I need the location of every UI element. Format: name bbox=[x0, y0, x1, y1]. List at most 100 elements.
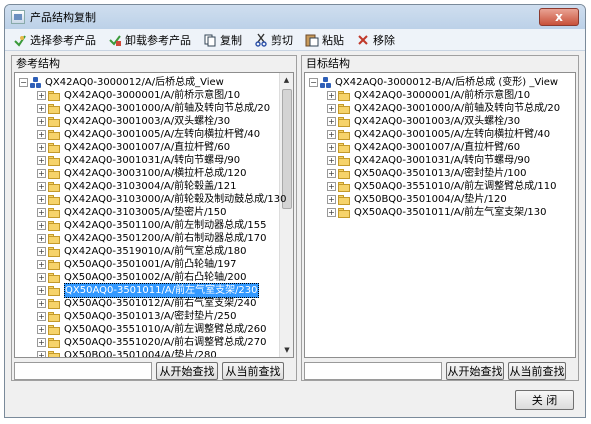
target-find-input[interactable] bbox=[304, 362, 442, 380]
reference-find-from-start-button[interactable]: 从开始查找 bbox=[156, 362, 218, 380]
tree-item[interactable]: + QX42AQ0-3501100/A/前左制动器总成/155 bbox=[37, 219, 267, 232]
tree-item[interactable]: + QX42AQ0-3000001/A/前桥示意图/10 bbox=[327, 89, 530, 102]
vertical-scrollbar[interactable]: ▲ ▼ bbox=[279, 73, 293, 357]
tree-item[interactable]: + QX42AQ0-3519010/A/前气室总成/180 bbox=[37, 245, 247, 258]
folder-icon bbox=[48, 168, 61, 179]
expand-icon[interactable]: + bbox=[37, 338, 46, 347]
expand-icon[interactable]: + bbox=[327, 117, 336, 126]
reference-find-row: 从开始查找 从当前查找 bbox=[14, 361, 288, 381]
tree-item[interactable]: + QX42AQ0-3003100/A/横拉杆总成/120 bbox=[37, 167, 247, 180]
tree-item[interactable]: + QX42AQ0-3001031/A/转向节螺母/90 bbox=[37, 154, 240, 167]
expand-icon[interactable]: + bbox=[37, 351, 46, 357]
tree-item[interactable]: + QX42AQ0-3001003/A/双头螺栓/30 bbox=[37, 115, 230, 128]
expand-icon[interactable]: + bbox=[37, 247, 46, 256]
tree-item[interactable]: + QX50AQ0-3501013/A/密封垫片/250 bbox=[37, 310, 237, 323]
expand-icon[interactable]: + bbox=[37, 325, 46, 334]
expand-icon[interactable]: + bbox=[327, 182, 336, 191]
expand-icon[interactable]: + bbox=[37, 104, 46, 113]
tree-item[interactable]: + QX42AQ0-3103004/A/前轮毂盖/121 bbox=[37, 180, 237, 193]
window-close-button[interactable]: x bbox=[539, 8, 579, 26]
tree-item[interactable]: + QX50AQ0-3551010/A/前左调整臂总成/110 bbox=[327, 180, 557, 193]
paste-icon bbox=[305, 33, 319, 47]
tree-item[interactable]: + QX50AQ0-3551020/A/前右调整臂总成/270 bbox=[37, 336, 267, 349]
tree-item[interactable]: + QX42AQ0-3001031/A/转向节螺母/90 bbox=[327, 154, 530, 167]
tree-root[interactable]: − QX42AQ0-3000012-B/A/后桥总成 (变形) _View bbox=[309, 76, 558, 89]
remove-button[interactable]: 移除 bbox=[352, 30, 399, 50]
collapse-icon[interactable]: − bbox=[309, 78, 318, 87]
tree-root[interactable]: − QX42AQ0-3000012/A/后桥总成_View bbox=[19, 76, 224, 89]
expand-icon[interactable]: + bbox=[37, 221, 46, 230]
expand-icon[interactable]: + bbox=[37, 169, 46, 178]
cut-button[interactable]: 剪切 bbox=[250, 30, 297, 50]
paste-button[interactable]: 粘贴 bbox=[301, 30, 348, 50]
expand-icon[interactable]: + bbox=[37, 156, 46, 165]
expand-icon[interactable]: + bbox=[327, 208, 336, 217]
target-tree[interactable]: − QX42AQ0-3000012-B/A/后桥总成 (变形) _View + QX4… bbox=[304, 72, 576, 358]
scroll-thumb[interactable] bbox=[282, 89, 292, 209]
select-icon bbox=[13, 33, 27, 47]
tree-item[interactable]: + QX42AQ0-3001000/A/前轴及转向节总成/20 bbox=[37, 102, 270, 115]
reference-find-input[interactable] bbox=[14, 362, 152, 380]
expand-icon[interactable]: + bbox=[37, 182, 46, 191]
tree-item[interactable]: + QX50AQ0-3501011/A/前左气室支架/130 bbox=[327, 206, 547, 219]
folder-icon bbox=[338, 207, 351, 218]
target-find-from-start-button[interactable]: 从开始查找 bbox=[446, 362, 504, 380]
tree-item[interactable]: + QX50AQ0-3501012/A/前右气室支架/240 bbox=[37, 297, 257, 310]
tree-item[interactable]: + QX42AQ0-3501200/A/前右制动器总成/170 bbox=[37, 232, 267, 245]
tree-item[interactable]: + QX50BQ0-3501004/A/垫片/280 bbox=[37, 349, 217, 357]
unload-reference-button[interactable]: 卸载参考产品 bbox=[104, 30, 195, 50]
tree-item[interactable]: + QX50AQ0-3551010/A/前左调整臂总成/260 bbox=[37, 323, 267, 336]
expand-icon[interactable]: + bbox=[37, 208, 46, 217]
folder-icon bbox=[48, 246, 61, 257]
tree-item-label: QX50AQ0-3501011/A/前左气室支架/230 bbox=[64, 283, 259, 298]
tree-item[interactable]: + QX42AQ0-3001005/A/左转向横拉杆臂/40 bbox=[37, 128, 260, 141]
expand-icon[interactable]: + bbox=[327, 169, 336, 178]
tree-item[interactable]: + QX42AQ0-3001007/A/直拉杆臂/60 bbox=[37, 141, 230, 154]
tree-item-label: QX50AQ0-3551010/A/前左调整臂总成/110 bbox=[354, 181, 557, 192]
select-reference-button[interactable]: 选择参考产品 bbox=[9, 30, 100, 50]
tree-item[interactable]: + QX42AQ0-3000001/A/前桥示意图/10 bbox=[37, 89, 240, 102]
tree-item[interactable]: + QX42AQ0-3001005/A/左转向横拉杆臂/40 bbox=[327, 128, 550, 141]
tree-item[interactable]: + QX42AQ0-3103000/A/前轮毂及制动鼓总成/130 bbox=[37, 193, 287, 206]
expand-icon[interactable]: + bbox=[37, 91, 46, 100]
expand-icon[interactable]: + bbox=[37, 195, 46, 204]
tree-item[interactable]: + QX50AQ0-3501011/A/前左气室支架/230 bbox=[37, 283, 259, 298]
scroll-down-icon[interactable]: ▼ bbox=[280, 343, 293, 357]
expand-icon[interactable]: + bbox=[327, 156, 336, 165]
expand-icon[interactable]: + bbox=[37, 130, 46, 139]
tree-item[interactable]: + QX42AQ0-3001003/A/双头螺栓/30 bbox=[327, 115, 520, 128]
tree-item[interactable]: + QX42AQ0-3001000/A/前轴及转向节总成/20 bbox=[327, 102, 560, 115]
collapse-icon[interactable]: − bbox=[19, 78, 28, 87]
close-dialog-button[interactable]: 关 闭 bbox=[515, 390, 574, 410]
expand-icon[interactable]: + bbox=[37, 117, 46, 126]
tree-item[interactable]: + QX42AQ0-3103005/A/垫密片/150 bbox=[37, 206, 227, 219]
expand-icon[interactable]: + bbox=[327, 91, 336, 100]
expand-icon[interactable]: + bbox=[37, 260, 46, 269]
scroll-up-icon[interactable]: ▲ bbox=[280, 73, 293, 87]
reference-find-from-current-button[interactable]: 从当前查找 bbox=[222, 362, 284, 380]
tree-item[interactable]: + QX50AQ0-3501013/A/密封垫片/100 bbox=[327, 167, 527, 180]
expand-icon[interactable]: + bbox=[37, 234, 46, 243]
tree-item[interactable]: + QX50BQ0-3501004/A/垫片/120 bbox=[327, 193, 507, 206]
toolbar-label: 粘贴 bbox=[322, 33, 344, 47]
tree-item[interactable]: + QX42AQ0-3001007/A/直拉杆臂/60 bbox=[327, 141, 520, 154]
expand-icon[interactable]: + bbox=[37, 312, 46, 321]
copy-button[interactable]: 复制 bbox=[199, 30, 246, 50]
expand-icon[interactable]: + bbox=[37, 143, 46, 152]
expand-icon[interactable]: + bbox=[37, 299, 46, 308]
expand-icon[interactable]: + bbox=[327, 104, 336, 113]
expand-icon[interactable]: + bbox=[327, 143, 336, 152]
reference-structure-panel: 参考结构 ▲ ▼ − QX42AQ0-3000012/A/后桥总成_View + QX… bbox=[11, 55, 297, 381]
tree-item-label: QX50AQ0-3501012/A/前右气室支架/240 bbox=[64, 298, 257, 309]
expand-icon[interactable]: + bbox=[37, 273, 46, 282]
reference-tree[interactable]: ▲ ▼ − QX42AQ0-3000012/A/后桥总成_View + QX42AQ0… bbox=[14, 72, 294, 358]
tree-item[interactable]: + QX50AQ0-3501001/A/前凸轮轴/197 bbox=[37, 258, 237, 271]
folder-icon bbox=[48, 207, 61, 218]
target-find-from-current-button[interactable]: 从当前查找 bbox=[508, 362, 566, 380]
expand-icon[interactable]: + bbox=[37, 286, 46, 295]
dialog-client: 参考结构 ▲ ▼ − QX42AQ0-3000012/A/后桥总成_View + QX… bbox=[5, 51, 585, 417]
expand-icon[interactable]: + bbox=[327, 130, 336, 139]
target-structure-panel: 目标结构 − QX42AQ0-3000012-B/A/后桥总成 (变形) _Vie… bbox=[301, 55, 579, 381]
folder-icon bbox=[48, 233, 61, 244]
expand-icon[interactable]: + bbox=[327, 195, 336, 204]
